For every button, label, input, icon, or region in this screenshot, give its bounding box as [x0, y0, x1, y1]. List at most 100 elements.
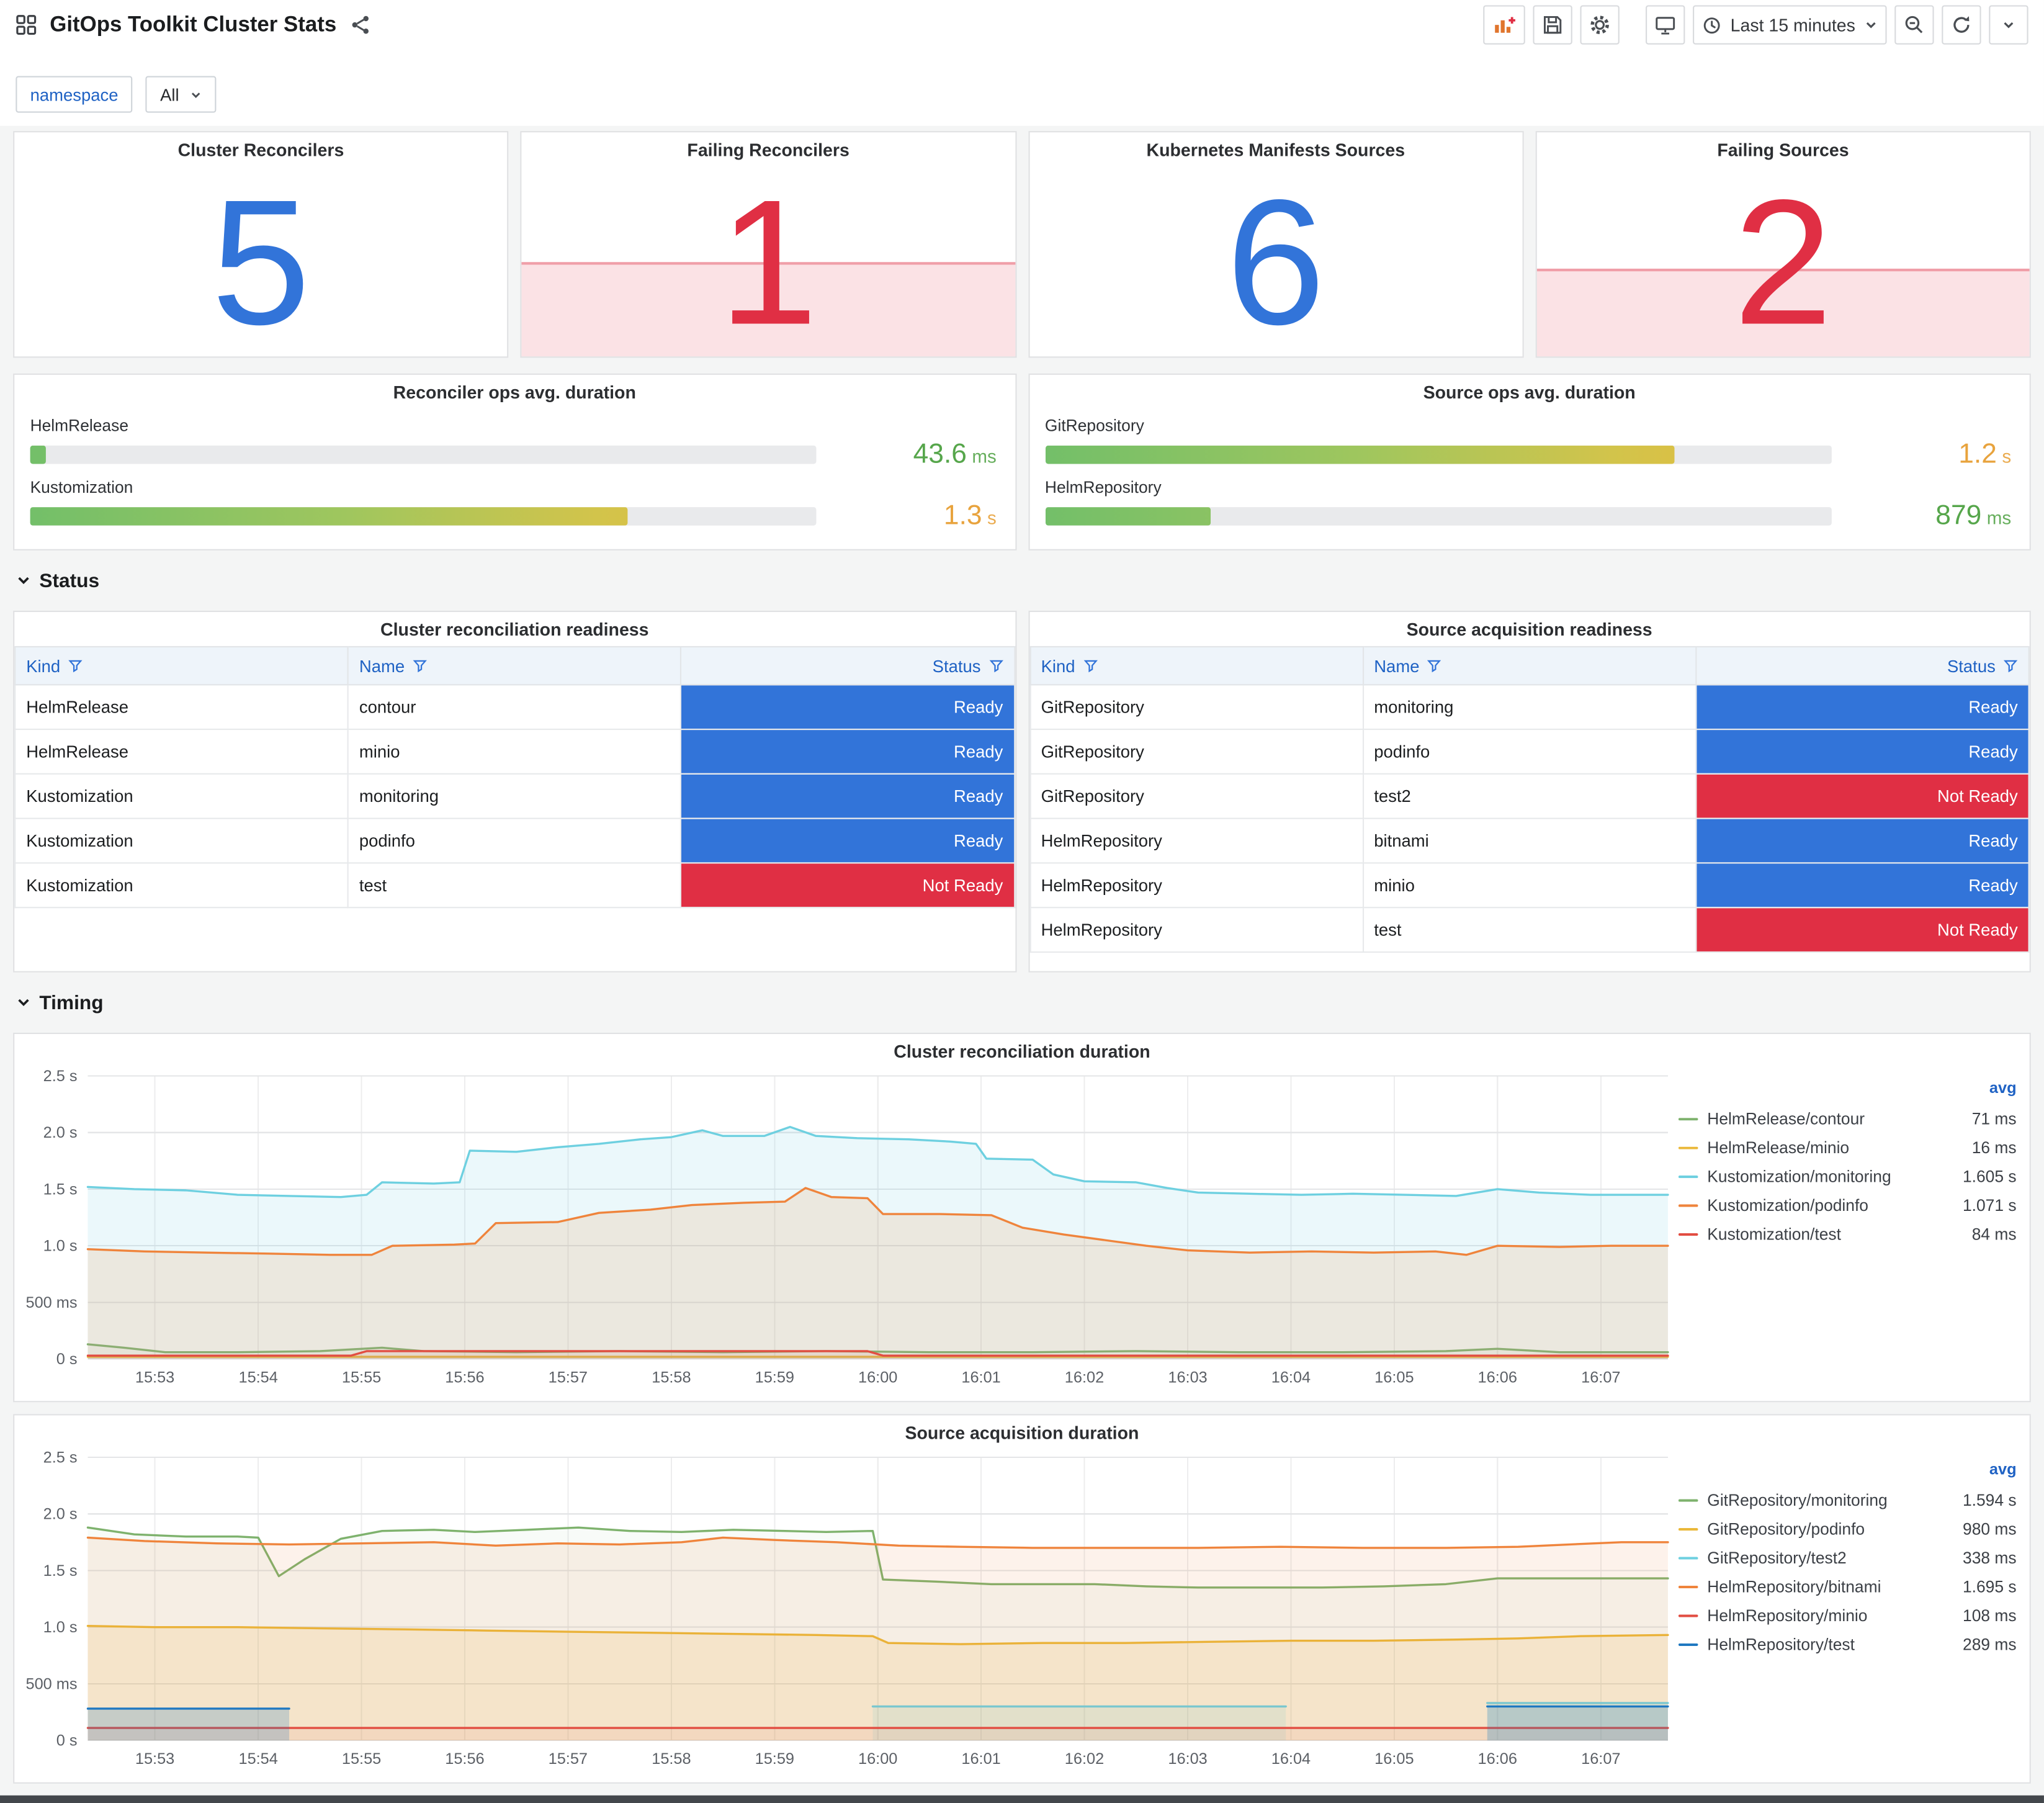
svg-text:16:02: 16:02 [1065, 1750, 1104, 1768]
panel-title[interactable]: Source acquisition duration [14, 1415, 2029, 1449]
cell-status: Ready [1695, 817, 2030, 864]
legend-item[interactable]: HelmRepository/bitnami 1.695 s [1678, 1573, 2017, 1601]
bar-gauge-panel: Source ops avg. duration GitRepository 1.2… [1028, 373, 2031, 551]
section-row-timing[interactable]: Timing [16, 988, 2028, 1017]
time-picker-button[interactable]: Last 15 minutes [1692, 5, 1887, 45]
dashboard-settings-button[interactable] [1579, 5, 1620, 45]
svg-text:15:59: 15:59 [755, 1369, 794, 1387]
legend-item[interactable]: HelmRepository/test 289 ms [1678, 1630, 2017, 1659]
gauge-track [30, 445, 817, 464]
refresh-interval-button[interactable] [1989, 5, 2028, 45]
gauge-unit: ms [1986, 507, 2012, 528]
cell-name: podinfo [1362, 728, 1697, 775]
panel-title[interactable]: Cluster reconciliation duration [14, 1034, 2029, 1068]
legend-item[interactable]: HelmRepository/minio 108 ms [1678, 1601, 2017, 1630]
legend-series-name: Kustomization/test [1707, 1225, 1841, 1244]
panel-title[interactable]: Cluster reconciliation readiness [14, 612, 1015, 646]
series-color-swatch [1678, 1528, 1698, 1531]
svg-text:15:58: 15:58 [652, 1750, 691, 1768]
section-row-status[interactable]: Status [16, 566, 2028, 595]
clock-icon [1703, 17, 1719, 34]
chart-plot-area[interactable]: 0 s 500 ms 1.0 s 1.5 s 2.0 s 2.5 s 15:53 15:54 1… [14, 1068, 1679, 1401]
column-header-status[interactable]: Status [1695, 645, 2030, 686]
refresh-button[interactable] [1942, 5, 1981, 45]
panel-title[interactable]: Kubernetes Manifests Sources [1029, 132, 1522, 166]
panel-title[interactable]: Cluster Reconcilers [14, 132, 507, 166]
legend-item[interactable]: GitRepository/monitoring 1.594 s [1678, 1486, 2017, 1514]
panel-title[interactable]: Reconciler ops avg. duration [30, 375, 999, 409]
legend-item[interactable]: GitRepository/test2 338 ms [1678, 1544, 2017, 1572]
series-color-swatch [1678, 1146, 1698, 1149]
svg-text:16:00: 16:00 [858, 1369, 897, 1387]
legend-item[interactable]: HelmRelease/contour 71 ms [1678, 1105, 2017, 1133]
table-row: HelmRelease contour Ready [14, 684, 1015, 731]
legend-series-name: HelmRepository/minio [1707, 1606, 1868, 1625]
svg-text:16:02: 16:02 [1065, 1369, 1104, 1387]
legend-item[interactable]: Kustomization/monitoring 1.605 s [1678, 1162, 2017, 1191]
add-panel-button[interactable] [1482, 5, 1525, 45]
legend-series-avg: 108 ms [1963, 1606, 2017, 1625]
section-label: Status [39, 569, 100, 592]
filter-icon[interactable] [68, 659, 83, 673]
column-header-name[interactable]: Name [347, 645, 682, 686]
filter-icon[interactable] [1427, 659, 1441, 673]
status-badge: Ready [1696, 685, 2028, 729]
panel-title[interactable]: Failing Reconcilers [522, 132, 1015, 166]
filter-icon [1083, 660, 1097, 673]
cell-status: Ready [680, 773, 1015, 819]
legend-avg-header[interactable]: avg [1679, 1460, 2017, 1486]
panel-title[interactable]: Source ops avg. duration [1045, 375, 2014, 409]
gauge-track [1044, 507, 1831, 526]
legend-series-avg: 84 ms [1971, 1225, 2017, 1244]
cell-name: monitoring [1362, 684, 1697, 731]
legend-series-name: HelmRelease/contour [1707, 1110, 1865, 1129]
timeseries-panel: Source acquisition duration 0 s 500 ms 1.0 … [13, 1414, 2031, 1784]
filter-icon[interactable] [413, 659, 427, 673]
save-dashboard-button[interactable] [1532, 5, 1572, 45]
cycle-view-mode-button[interactable] [1645, 5, 1685, 45]
gauge-row-label: Kustomization [30, 478, 133, 497]
legend-item[interactable]: HelmRelease/minio 16 ms [1678, 1133, 2017, 1162]
filter-icon[interactable] [988, 659, 1003, 673]
cell-name: test2 [1362, 773, 1697, 819]
legend-avg-header[interactable]: avg [1679, 1079, 2017, 1105]
cell-name: minio [1362, 862, 1697, 909]
svg-text:16:06: 16:06 [1478, 1750, 1517, 1768]
chart-plot-area[interactable]: 0 s 500 ms 1.0 s 1.5 s 2.0 s 2.5 s 15:53 15:54 1… [14, 1449, 1679, 1782]
legend-item[interactable]: Kustomization/podinfo 1.071 s [1678, 1191, 2017, 1220]
column-header-kind[interactable]: Kind [1029, 645, 1364, 686]
series-color-swatch [1678, 1176, 1698, 1179]
apps-icon[interactable] [16, 14, 37, 35]
svg-text:15:58: 15:58 [652, 1369, 691, 1387]
svg-text:15:57: 15:57 [549, 1750, 588, 1768]
share-icon[interactable] [349, 14, 370, 35]
zoom-out-button[interactable] [1894, 5, 1934, 45]
status-badge: Ready [681, 774, 1014, 818]
status-badge: Ready [1696, 730, 2028, 773]
filter-icon[interactable] [1083, 659, 1097, 673]
gauge-value: 1.2 s [1958, 439, 2012, 469]
cell-status: Ready [680, 684, 1015, 731]
series-color-swatch [1678, 1499, 1698, 1502]
legend-item[interactable]: Kustomization/test 84 ms [1678, 1220, 2017, 1249]
charts-col: Cluster reconciliation duration 0 s 500 ms… [13, 1032, 2031, 1784]
column-header-status[interactable]: Status [680, 645, 1015, 686]
svg-text:1.0 s: 1.0 s [43, 1238, 78, 1255]
table-panel: Source acquisition readiness Kind Name Stat… [1028, 610, 2031, 973]
column-header-name[interactable]: Name [1362, 645, 1697, 686]
panel-title[interactable]: Source acquisition readiness [1029, 612, 2030, 646]
gauge-track [30, 507, 817, 526]
series-color-swatch [1678, 1643, 1698, 1647]
variable-value-dropdown[interactable]: All [145, 76, 216, 113]
cell-kind: HelmRepository [1029, 817, 1364, 864]
filter-icon [988, 660, 1003, 673]
panel-title[interactable]: Failing Sources [1536, 132, 2029, 166]
filter-icon[interactable] [2003, 659, 2018, 673]
stat-value: 5 [211, 161, 311, 358]
column-header-kind[interactable]: Kind [14, 645, 349, 686]
legend-item[interactable]: GitRepository/podinfo 980 ms [1678, 1515, 2017, 1544]
legend-series-name: HelmRepository/test [1707, 1635, 1855, 1654]
cell-status: Ready [1695, 728, 2030, 775]
svg-text:15:57: 15:57 [549, 1369, 588, 1387]
legend-series-avg: 289 ms [1963, 1635, 2017, 1654]
